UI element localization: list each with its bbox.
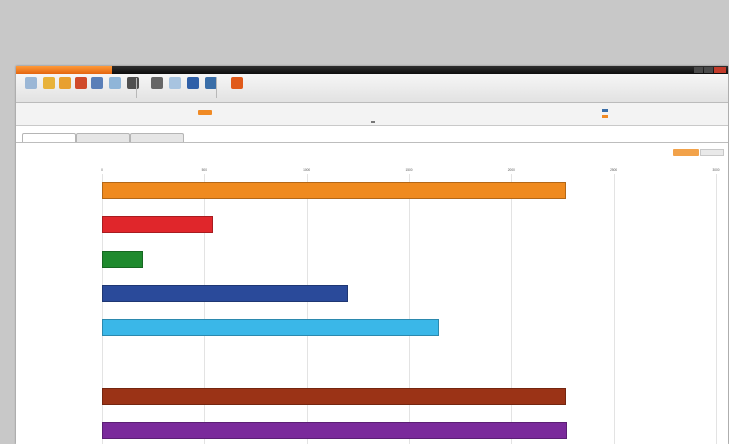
title-bar xyxy=(16,66,728,74)
x-tick-label: 3000 xyxy=(712,168,720,172)
bar[interactable] xyxy=(102,284,348,302)
legend-swatch-icon xyxy=(602,109,608,112)
table-icon xyxy=(127,77,139,89)
maximize-button[interactable] xyxy=(704,67,713,73)
x-tick-label: 2500 xyxy=(610,168,618,172)
tab-3[interactable] xyxy=(130,133,184,142)
save-disk-icon xyxy=(187,77,199,89)
table-tool-button[interactable] xyxy=(122,77,144,99)
toolbar-separator xyxy=(216,78,217,98)
print-icon xyxy=(91,77,103,89)
document-icon xyxy=(25,77,37,89)
app-window: 0 500 1000 1500 2000 2500 3000 xyxy=(16,66,728,444)
bar[interactable] xyxy=(102,422,567,440)
tab-1[interactable] xyxy=(22,133,76,142)
tab-2[interactable] xyxy=(76,133,130,142)
bar[interactable] xyxy=(102,319,439,337)
refresh-icon xyxy=(109,77,121,89)
bar[interactable] xyxy=(102,387,566,405)
close-window-button[interactable] xyxy=(714,67,726,73)
toolbar-separator xyxy=(136,78,137,98)
x-tick-label: 1500 xyxy=(405,168,413,172)
undo-icon xyxy=(151,77,163,89)
title-tab xyxy=(16,66,112,74)
close-app-tool-button[interactable] xyxy=(226,77,248,99)
close-app-icon xyxy=(231,77,243,89)
view-toggle-button[interactable] xyxy=(673,149,699,156)
minimize-button[interactable] xyxy=(694,67,703,73)
collapse-handle[interactable] xyxy=(371,121,375,123)
x-tick-label: 0 xyxy=(101,168,103,172)
page-icon xyxy=(169,77,181,89)
arrow-icon xyxy=(198,110,212,115)
chart-tool-button[interactable] xyxy=(200,77,222,99)
info-bar xyxy=(16,103,728,126)
view-alt-button[interactable] xyxy=(700,149,724,156)
x-tick-label: 1000 xyxy=(303,168,311,172)
tab-divider xyxy=(16,142,728,143)
bar-chart: 0 500 1000 1500 2000 2500 3000 xyxy=(16,158,728,444)
x-tick-label: 500 xyxy=(201,168,207,172)
window-controls xyxy=(694,67,726,73)
legend-swatch-icon xyxy=(602,115,608,118)
gridline xyxy=(716,174,717,444)
toolbar-ribbon xyxy=(16,74,728,103)
bar[interactable] xyxy=(102,182,566,199)
gridline xyxy=(613,174,615,444)
bar[interactable] xyxy=(102,250,143,268)
bar[interactable] xyxy=(102,216,213,234)
x-tick-label: 2000 xyxy=(507,168,515,172)
